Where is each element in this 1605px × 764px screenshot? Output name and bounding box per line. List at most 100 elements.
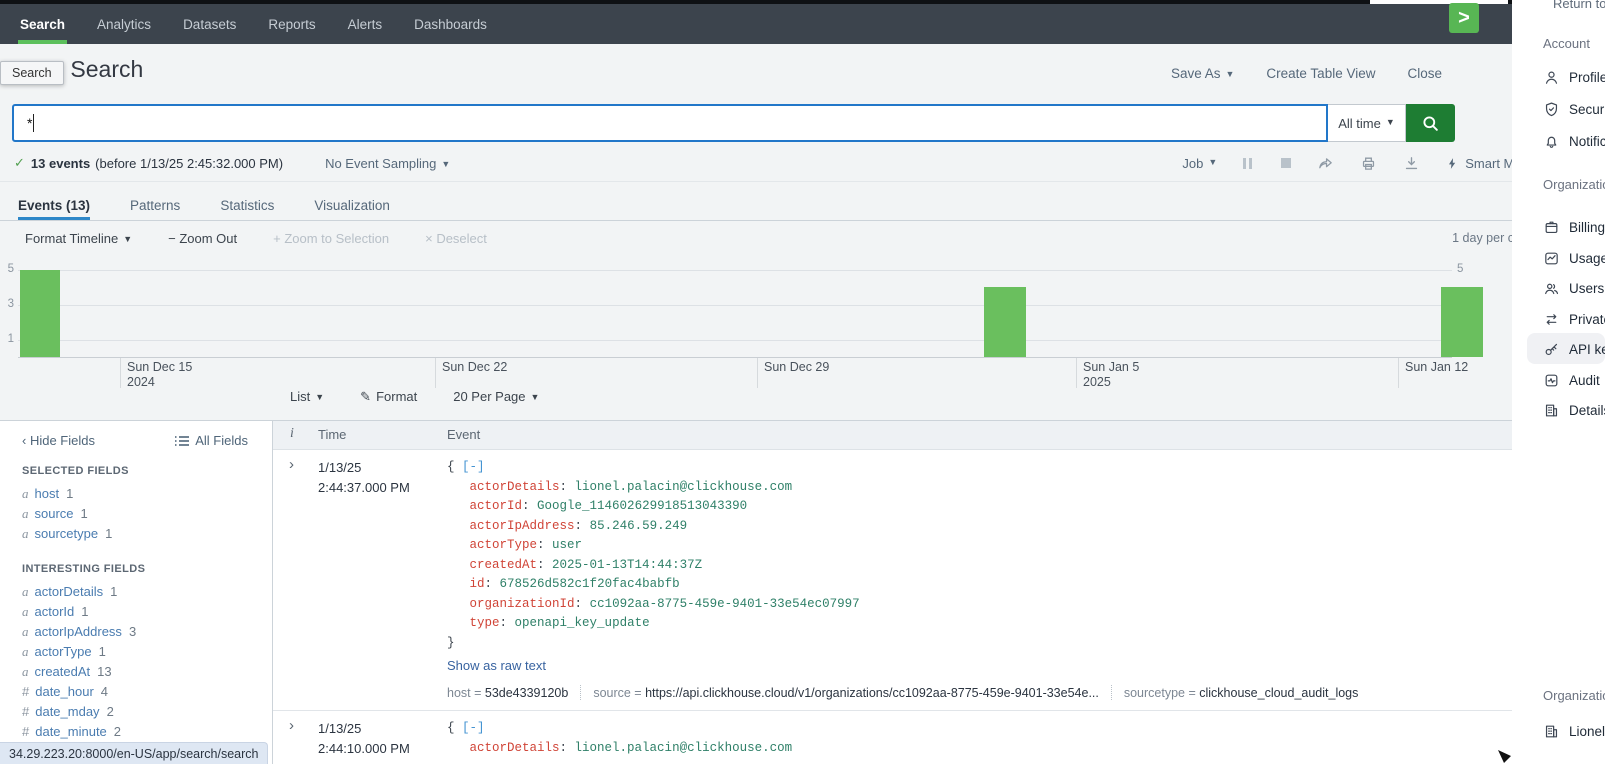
- histogram-bar[interactable]: [20, 270, 60, 358]
- tab-visualization[interactable]: Visualization: [314, 191, 390, 220]
- panel-item-security[interactable]: Security: [1543, 98, 1605, 120]
- close-button[interactable]: Close: [1407, 66, 1442, 81]
- field-name: date_hour: [35, 684, 94, 699]
- x-axis-tick: [435, 358, 436, 388]
- create-table-view-button[interactable]: Create Table View: [1266, 66, 1375, 81]
- field-item-host[interactable]: ahost1: [22, 484, 129, 504]
- panel-item-api-keys[interactable]: API keys: [1543, 338, 1605, 360]
- expand-row-icon[interactable]: ›: [289, 717, 294, 734]
- list-icon: [175, 435, 189, 447]
- hide-fields-button[interactable]: ‹ Hide Fields: [22, 433, 95, 448]
- field-item-date_mday[interactable]: #date_mday2: [22, 702, 145, 722]
- panel-item-notifications[interactable]: Notifications: [1543, 130, 1605, 152]
- field-item-actorIpAddress[interactable]: aactorIpAddress3: [22, 622, 145, 642]
- field-item-actorDetails[interactable]: aactorDetails1: [22, 582, 145, 602]
- nav-item-search[interactable]: Search: [18, 4, 67, 44]
- field-name: actorDetails: [35, 584, 104, 599]
- json-key[interactable]: id: [470, 577, 485, 591]
- json-value[interactable]: lionel.palacin@clickhouse.com: [575, 480, 793, 494]
- field-item-date_minute[interactable]: #date_minute2: [22, 722, 145, 742]
- per-page-dropdown[interactable]: 20 Per Page▼: [453, 389, 539, 405]
- event-field-source[interactable]: source = https://api.clickhouse.cloud/v1…: [593, 686, 1099, 700]
- collapse-json-link[interactable]: [-]: [462, 460, 485, 474]
- nav-item-analytics[interactable]: Analytics: [95, 4, 153, 44]
- panel-item-details[interactable]: Details: [1543, 399, 1605, 421]
- nav-item-alerts[interactable]: Alerts: [346, 4, 385, 44]
- field-count: 1: [110, 584, 117, 599]
- tab-events[interactable]: Events (13): [18, 191, 90, 220]
- panel-item-users[interactable]: Users: [1543, 277, 1604, 299]
- field-name: source: [35, 506, 74, 521]
- divider: [0, 181, 1512, 182]
- return-link[interactable]: Return to: [1553, 0, 1605, 11]
- json-value[interactable]: lionel.palacin@clickhouse.com: [575, 741, 793, 755]
- list-type-dropdown[interactable]: List▼: [290, 389, 324, 405]
- field-item-createdAt[interactable]: acreatedAt13: [22, 662, 145, 682]
- panel-item-lionel[interactable]: Lionel: [1543, 720, 1605, 742]
- field-type-prefix: a: [22, 486, 29, 501]
- histogram-bar[interactable]: [984, 287, 1026, 357]
- chevron-down-icon: ▼: [315, 392, 324, 402]
- all-fields-button[interactable]: All Fields: [175, 433, 248, 448]
- field-item-date_hour[interactable]: #date_hour4: [22, 682, 145, 702]
- export-icon[interactable]: [1403, 155, 1420, 172]
- panel-item-audit[interactable]: Audit: [1543, 369, 1600, 391]
- nav-item-datasets[interactable]: Datasets: [181, 4, 238, 44]
- panel-item-usage[interactable]: Usage: [1543, 247, 1605, 269]
- pause-icon[interactable]: [1243, 158, 1255, 169]
- json-key[interactable]: createdAt: [470, 558, 538, 572]
- save-as-button[interactable]: Save As▼: [1171, 66, 1234, 81]
- time-range-picker[interactable]: All time▼: [1328, 104, 1406, 142]
- json-key[interactable]: actorType: [470, 538, 538, 552]
- collapse-json-link[interactable]: [-]: [462, 721, 485, 735]
- field-type-prefix: a: [22, 526, 29, 541]
- job-menu[interactable]: Job▼: [1182, 156, 1217, 171]
- format-button[interactable]: ✎Format: [360, 389, 417, 405]
- event-sampling-dropdown[interactable]: No Event Sampling▼: [325, 156, 450, 171]
- tab-statistics[interactable]: Statistics: [220, 191, 274, 220]
- event-field-host[interactable]: host = 53de4339120b: [447, 686, 568, 700]
- nav-item-reports[interactable]: Reports: [266, 4, 317, 44]
- timeline-format-timeline[interactable]: Format Timeline▼: [25, 231, 132, 246]
- json-key[interactable]: type: [470, 616, 500, 630]
- pencil-icon: ✎: [360, 389, 371, 404]
- event-count: 13 events: [31, 156, 90, 171]
- event-field-sourcetype[interactable]: sourcetype = clickhouse_cloud_audit_logs: [1124, 686, 1359, 700]
- panel-item-profile[interactable]: Profile: [1543, 66, 1605, 88]
- search-button[interactable]: [1406, 104, 1455, 142]
- json-value[interactable]: 678526d582c1f20fac4babfb: [500, 577, 680, 591]
- json-key[interactable]: actorIpAddress: [470, 519, 575, 533]
- panel-item-private[interactable]: Private: [1543, 308, 1605, 330]
- show-raw-text-link[interactable]: Show as raw text: [447, 658, 1502, 673]
- field-item-actorType[interactable]: aactorType1: [22, 642, 145, 662]
- json-value[interactable]: cc1092aa-8775-459e-9401-33e54ec07997: [590, 597, 860, 611]
- splunk-logo-icon[interactable]: >: [1449, 3, 1479, 33]
- print-icon[interactable]: [1360, 155, 1377, 172]
- json-value[interactable]: 85.246.59.249: [590, 519, 688, 533]
- json-key[interactable]: actorDetails: [470, 480, 560, 494]
- share-icon[interactable]: [1317, 155, 1334, 172]
- expand-row-icon[interactable]: ›: [289, 456, 294, 473]
- json-key[interactable]: actorDetails: [470, 741, 560, 755]
- nav-item-dashboards[interactable]: Dashboards: [412, 4, 489, 44]
- events-table: i Time Event ›1/13/252:44:37.000 PM{ [-]…: [273, 421, 1512, 764]
- json-key[interactable]: organizationId: [470, 597, 575, 611]
- field-item-sourcetype[interactable]: asourcetype1: [22, 524, 129, 544]
- json-key[interactable]: actorId: [470, 499, 523, 513]
- field-item-source[interactable]: asource1: [22, 504, 129, 524]
- panel-item-billing[interactable]: Billing: [1543, 216, 1605, 238]
- tab-patterns[interactable]: Patterns: [130, 191, 180, 220]
- timeline-zoom-out[interactable]: − Zoom Out: [168, 231, 237, 246]
- text-cursor: [33, 114, 34, 132]
- stop-icon[interactable]: [1281, 158, 1291, 168]
- json-value[interactable]: Google_114602629918513043390: [537, 499, 747, 513]
- json-value[interactable]: user: [552, 538, 582, 552]
- json-value[interactable]: 2025-01-13T14:44:37Z: [552, 558, 702, 572]
- search-input[interactable]: *: [12, 104, 1328, 142]
- events-timeline-chart[interactable]: 113355Sun Dec 152024Sun Dec 22Sun Dec 29…: [0, 255, 1512, 390]
- json-line: type: openapi_key_update: [447, 614, 1502, 634]
- field-item-actorId[interactable]: aactorId1: [22, 602, 145, 622]
- screen: Search Analytics Datasets Reports Alerts Dash…: [0, 0, 1605, 764]
- json-value[interactable]: openapi_key_update: [515, 616, 650, 630]
- histogram-bar[interactable]: [1441, 287, 1483, 357]
